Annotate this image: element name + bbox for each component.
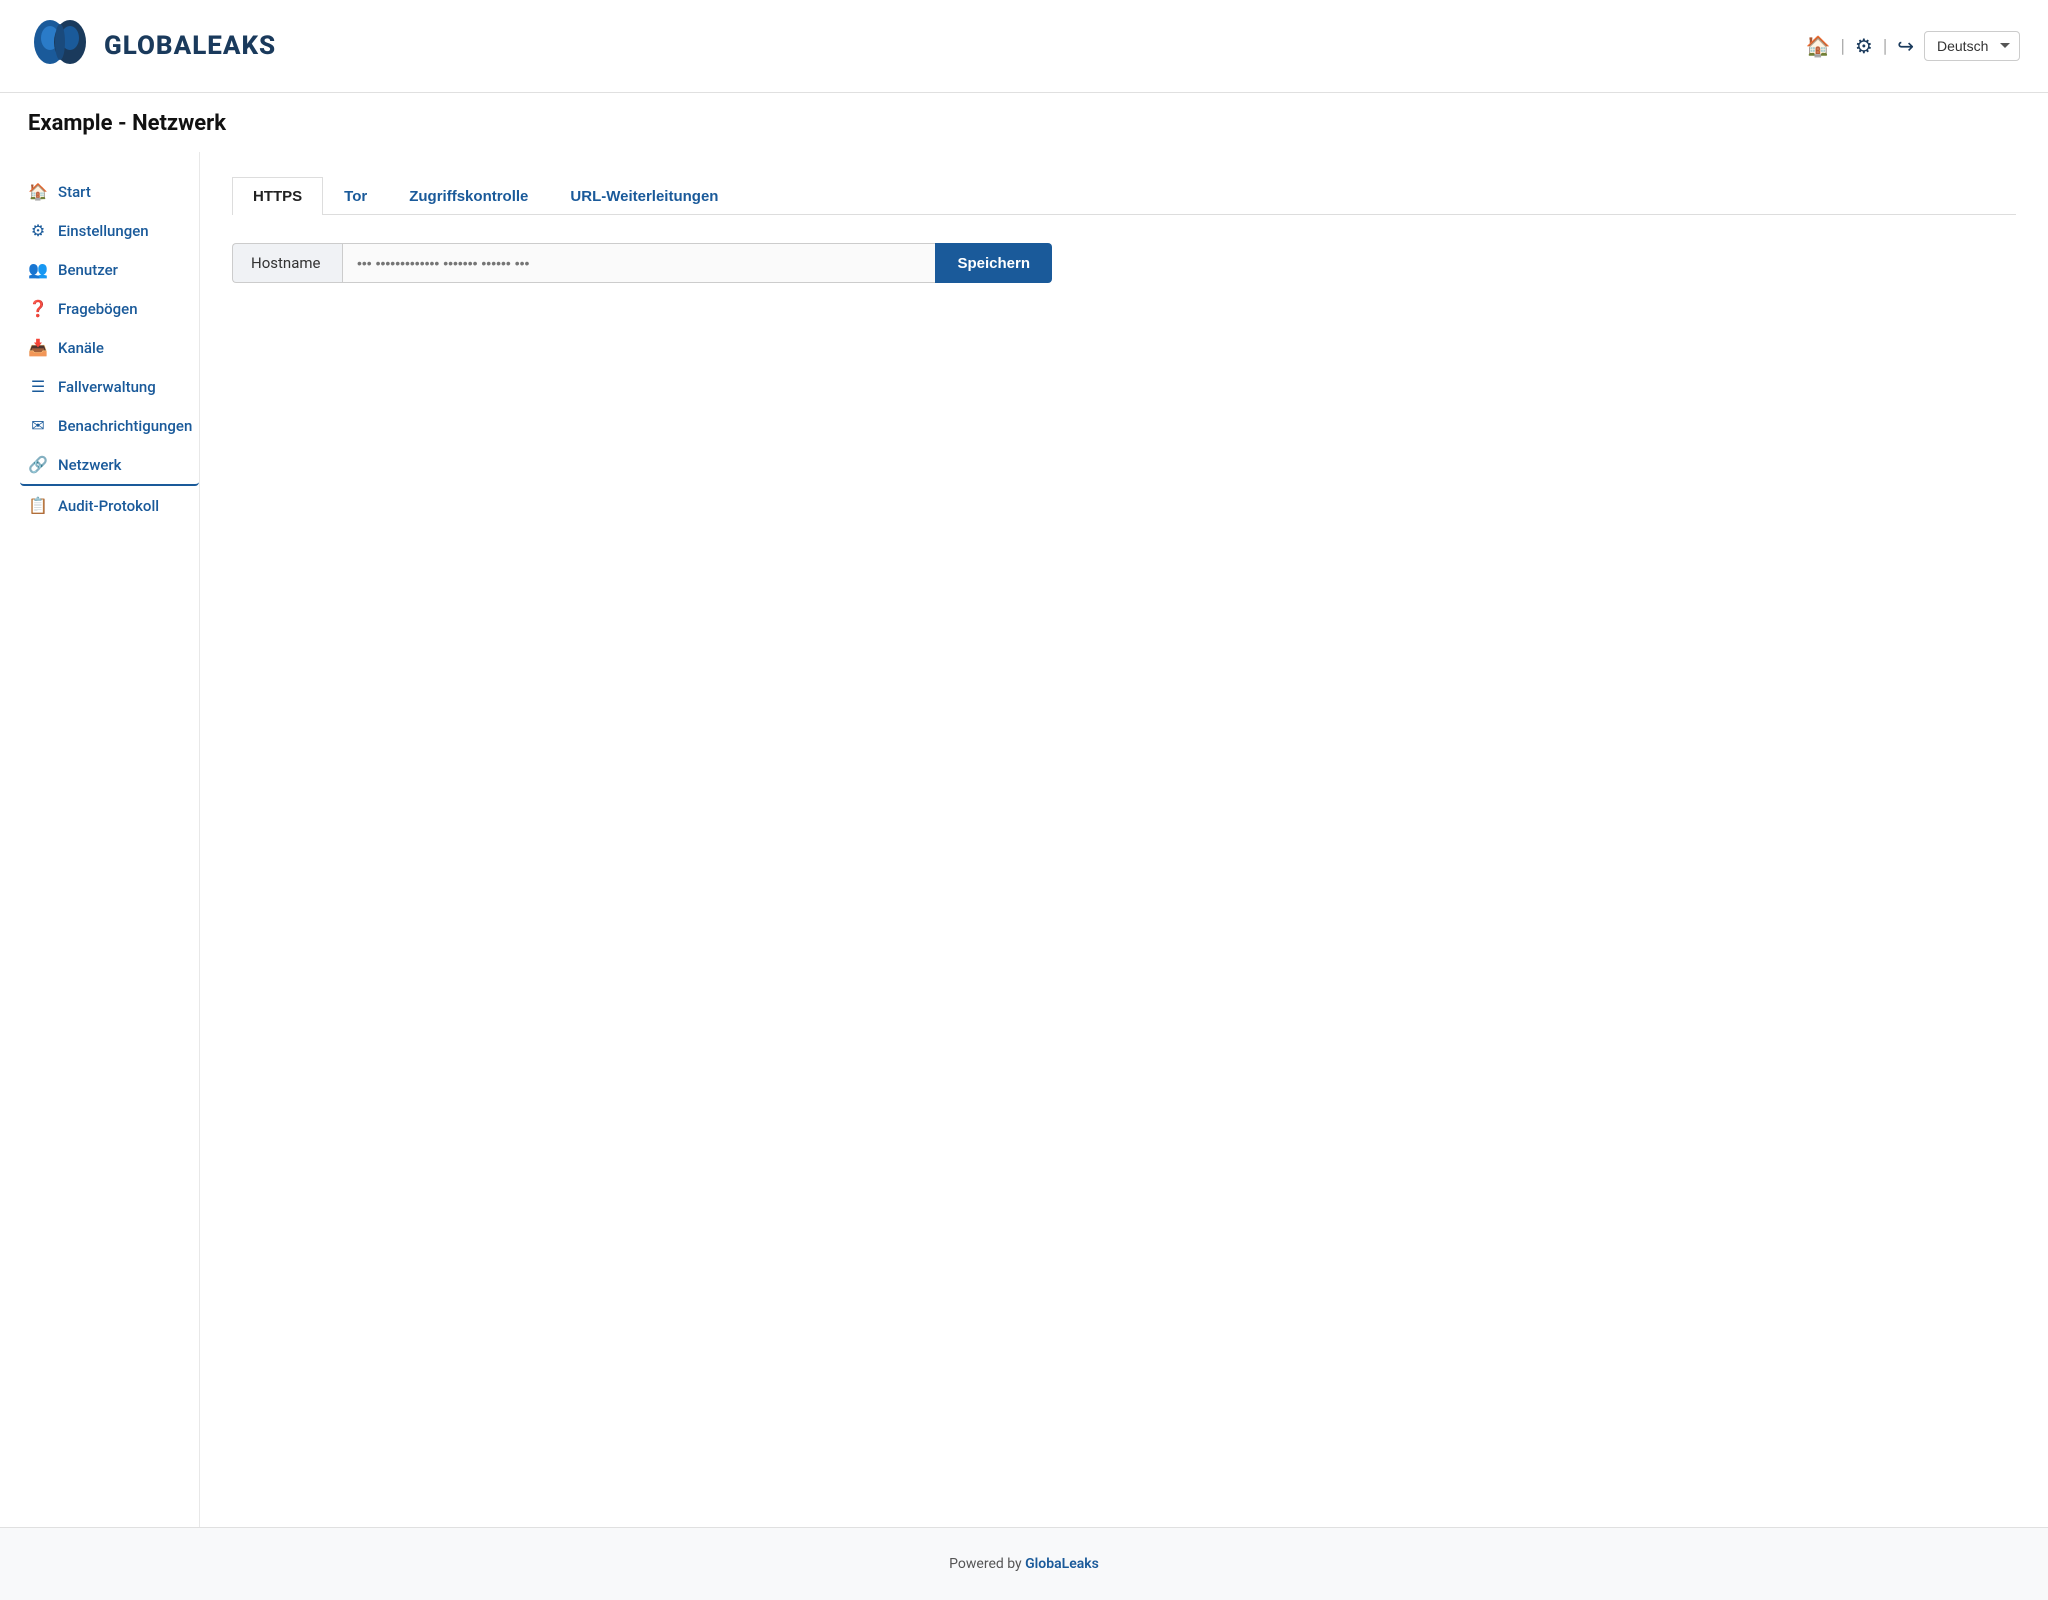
footer: Powered by GlobaLeaks [0, 1527, 2048, 1600]
user-settings-icon[interactable]: ⚙ [1855, 34, 1873, 58]
sidebar-label-start: Start [58, 183, 91, 201]
logo-area: GLOBALEAKS [28, 14, 276, 78]
settings-icon: ⚙ [28, 221, 48, 240]
notification-icon: ✉ [28, 416, 48, 435]
sidebar-item-start[interactable]: 🏠 Start [20, 172, 199, 211]
logo-text: GLOBALEAKS [104, 31, 276, 61]
tab-https[interactable]: HTTPS [232, 177, 323, 215]
tab-zugriffskontrolle[interactable]: Zugriffskontrolle [388, 177, 549, 215]
channel-icon: 📥 [28, 338, 48, 357]
sidebar-label-audit-protokoll: Audit-Protokoll [58, 497, 159, 515]
sidebar-label-benachrichtigungen: Benachrichtigungen [58, 417, 192, 435]
home-icon: 🏠 [28, 182, 48, 201]
sidebar: 🏠 Start ⚙ Einstellungen 👥 Benutzer ❓ Fra… [0, 152, 200, 1527]
tab-url-weiterleitungen[interactable]: URL-Weiterleitungen [549, 177, 739, 215]
home-icon[interactable]: 🏠 [1806, 34, 1831, 58]
sidebar-label-fallverwaltung: Fallverwaltung [58, 378, 156, 396]
audit-icon: 📋 [28, 496, 48, 515]
sidebar-label-fragebögen: Fragebögen [58, 300, 138, 318]
footer-text: Powered by [949, 1556, 1025, 1572]
questionnaire-icon: ❓ [28, 299, 48, 318]
sidebar-item-einstellungen[interactable]: ⚙ Einstellungen [20, 211, 199, 250]
sidebar-item-kanäle[interactable]: 📥 Kanäle [20, 328, 199, 367]
content-area: HTTPS Tor Zugriffskontrolle URL-Weiterle… [200, 152, 2048, 1527]
header-right: 🏠 | ⚙ | ↪ Deutsch English Français Españ… [1806, 31, 2020, 61]
main-layout: 🏠 Start ⚙ Einstellungen 👥 Benutzer ❓ Fra… [0, 152, 2048, 1527]
page-title: Example - Netzwerk [28, 111, 2020, 152]
tabs-bar: HTTPS Tor Zugriffskontrolle URL-Weiterle… [232, 176, 2016, 215]
footer-link[interactable]: GlobaLeaks [1025, 1556, 1099, 1572]
users-icon: 👥 [28, 260, 48, 279]
save-button[interactable]: Speichern [935, 243, 1052, 283]
sidebar-item-audit-protokoll[interactable]: 📋 Audit-Protokoll [20, 486, 199, 525]
logout-icon[interactable]: ↪ [1897, 34, 1914, 58]
sidebar-label-einstellungen: Einstellungen [58, 222, 149, 240]
tab-tor[interactable]: Tor [323, 177, 388, 215]
globaleaks-logo [28, 14, 92, 78]
sidebar-label-netzwerk: Netzwerk [58, 456, 122, 474]
hostname-label: Hostname [232, 243, 342, 283]
language-select[interactable]: Deutsch English Français Español Italian… [1924, 31, 2020, 61]
sidebar-label-benutzer: Benutzer [58, 261, 118, 279]
hostname-input[interactable] [342, 243, 935, 283]
header: GLOBALEAKS 🏠 | ⚙ | ↪ Deutsch English Fra… [0, 0, 2048, 93]
page-title-area: Example - Netzwerk [0, 93, 2048, 152]
sidebar-item-fallverwaltung[interactable]: ☰ Fallverwaltung [20, 367, 199, 406]
network-icon: 🔗 [28, 455, 48, 474]
sidebar-item-benutzer[interactable]: 👥 Benutzer [20, 250, 199, 289]
sidebar-label-kanäle: Kanäle [58, 339, 104, 357]
hostname-form: Hostname Speichern [232, 243, 1052, 283]
sidebar-item-fragebögen[interactable]: ❓ Fragebögen [20, 289, 199, 328]
sidebar-item-benachrichtigungen[interactable]: ✉ Benachrichtigungen [20, 406, 199, 445]
sidebar-item-netzwerk[interactable]: 🔗 Netzwerk [20, 445, 199, 486]
case-icon: ☰ [28, 377, 48, 396]
